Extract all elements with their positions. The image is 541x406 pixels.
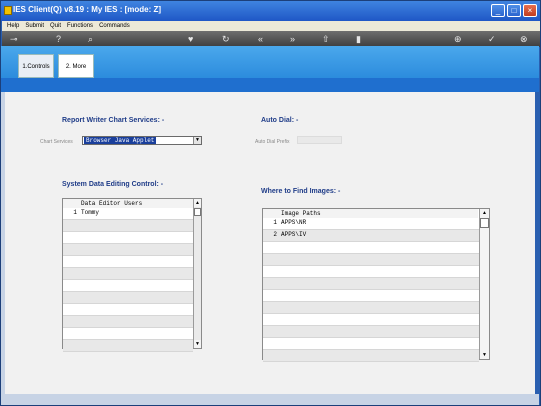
export-icon[interactable]: ⇧ (322, 34, 330, 44)
close-button[interactable]: × (523, 4, 537, 17)
table-row[interactable] (263, 338, 479, 350)
check-icon[interactable]: ✓ (488, 34, 496, 44)
toolbar: ⊸ ? ⌕ ♥ ↻ « » ⇧ ▮ ⊕ ✓ ⊗ (2, 31, 540, 47)
table-row[interactable] (63, 340, 193, 352)
maximize-button[interactable]: □ (507, 4, 521, 17)
rewind-icon[interactable]: « (258, 34, 263, 44)
scroll-thumb[interactable] (480, 218, 489, 228)
table-row[interactable] (263, 314, 479, 326)
scrollbar[interactable]: ▲ ▼ (193, 199, 201, 348)
table-row[interactable]: 2 APPS\IV (263, 230, 479, 242)
data-editor-users-grid: Data Editor Users 1 Tommy ▲ ▼ (62, 198, 202, 352)
table-row[interactable]: 1 APPS\NR (263, 218, 479, 230)
help-icon[interactable]: ? (56, 34, 61, 44)
image-paths-header: Image Paths (281, 210, 321, 217)
scroll-down-icon[interactable]: ▼ (480, 351, 489, 359)
row-value[interactable]: APPS\NR (281, 218, 306, 228)
table-row[interactable] (263, 254, 479, 266)
row-value[interactable]: Tommy (81, 208, 99, 218)
data-editor-users-header: Data Editor Users (81, 200, 143, 207)
globe-icon[interactable]: ⊕ (454, 34, 462, 44)
scroll-thumb[interactable] (194, 208, 201, 216)
scroll-up-icon[interactable]: ▲ (480, 209, 489, 217)
app-icon (4, 6, 12, 15)
heart-icon[interactable]: ♥ (188, 34, 193, 44)
table-row[interactable] (63, 280, 193, 292)
menu-bar: Help Submit Quit Functions Commands (2, 21, 540, 31)
table-row[interactable] (263, 326, 479, 338)
menu-functions[interactable]: Functions (67, 21, 93, 31)
chevron-down-icon[interactable]: ▼ (193, 137, 201, 144)
table-row[interactable] (263, 302, 479, 314)
menu-submit[interactable]: Submit (25, 21, 44, 31)
auto-dial-title: Auto Dial: - (261, 117, 299, 124)
row-number: 2 (273, 231, 277, 238)
key-icon[interactable]: ⊸ (10, 34, 18, 44)
table-row[interactable] (263, 350, 479, 362)
table-row[interactable] (63, 220, 193, 232)
table-row[interactable] (263, 242, 479, 254)
search-icon[interactable]: ⌕ (88, 34, 93, 44)
window-controls: _ □ × (491, 4, 537, 17)
window-title: IES Client(Q) v8.19 : My IES : [mode: Z] (13, 5, 162, 14)
table-row[interactable] (263, 290, 479, 302)
scroll-up-icon[interactable]: ▲ (194, 199, 201, 207)
row-number: 1 (73, 209, 77, 216)
table-row[interactable] (63, 316, 193, 328)
report-writer-title: Report Writer Chart Services: - (62, 117, 165, 124)
table-row[interactable] (63, 232, 193, 244)
chart-services-value: Browser Java Applet (84, 137, 157, 144)
table-row[interactable] (263, 278, 479, 290)
table-row[interactable] (63, 292, 193, 304)
minimize-button[interactable]: _ (491, 4, 505, 17)
table-row[interactable] (63, 244, 193, 256)
title-bar[interactable]: IES Client(Q) v8.19 : My IES : [mode: Z]… (1, 1, 540, 21)
chart-services-label: Chart Services (40, 139, 73, 145)
auto-dial-prefix-label: Auto Dial Prefix (255, 139, 290, 145)
row-value[interactable]: APPS\IV (281, 230, 306, 240)
row-number: 1 (273, 219, 277, 226)
menu-quit[interactable]: Quit (50, 21, 61, 31)
tab-more[interactable]: 2. More (58, 54, 94, 78)
menu-help[interactable]: Help (7, 21, 19, 31)
system-data-title: System Data Editing Control: - (62, 181, 164, 188)
page-icon[interactable]: ▮ (356, 34, 361, 44)
images-title: Where to Find Images: - (261, 188, 341, 195)
refresh-icon[interactable]: ↻ (222, 34, 230, 44)
auto-dial-prefix-input[interactable] (297, 136, 342, 144)
table-row[interactable] (63, 268, 193, 280)
table-row[interactable] (263, 266, 479, 278)
tab-strip-band (1, 78, 539, 92)
image-paths-grid: Image Paths 1 APPS\NR 2 APPS\IV ▲ ▼ (262, 208, 490, 362)
close-icon[interactable]: ⊗ (520, 34, 528, 44)
fast-forward-icon[interactable]: » (290, 34, 295, 44)
table-row[interactable] (63, 304, 193, 316)
table-row[interactable] (63, 256, 193, 268)
table-row[interactable] (63, 328, 193, 340)
scrollbar[interactable]: ▲ ▼ (479, 209, 489, 359)
tab-controls[interactable]: 1.Controls (18, 54, 54, 78)
status-bar (1, 394, 539, 405)
table-row[interactable]: 1 Tommy (63, 208, 193, 220)
chart-services-select[interactable]: Browser Java Applet ▼ (82, 136, 202, 145)
scroll-down-icon[interactable]: ▼ (194, 340, 201, 348)
menu-commands[interactable]: Commands (99, 21, 130, 31)
